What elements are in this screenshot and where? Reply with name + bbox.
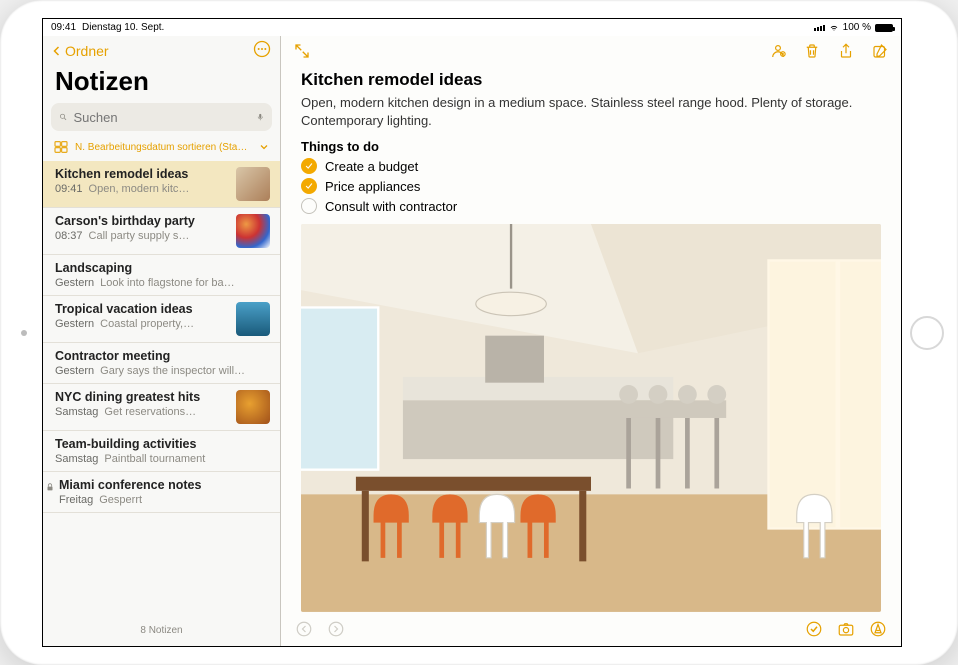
- todo-item[interactable]: Consult with contractor: [301, 198, 881, 214]
- todo-checkbox[interactable]: [301, 178, 317, 194]
- note-item-title: Landscaping: [55, 261, 270, 275]
- note-item-subtitle: GesternLook into flagstone for ba…: [55, 277, 270, 289]
- note-list-item[interactable]: Carson's birthday party 08:37Call party s…: [43, 208, 280, 255]
- note-item-title: NYC dining greatest hits: [55, 390, 228, 404]
- search-icon: [59, 110, 68, 124]
- note-item-thumbnail: [236, 302, 270, 336]
- sidebar-title: Notizen: [43, 66, 280, 103]
- chevron-left-icon: [51, 45, 63, 57]
- home-button[interactable]: [910, 316, 944, 350]
- note-detail: Kitchen remodel ideas Open, modern kitch…: [281, 36, 901, 646]
- notes-list: Kitchen remodel ideas 09:41Open, modern k…: [43, 161, 280, 615]
- chevron-down-icon: [258, 141, 270, 153]
- note-attachment-image[interactable]: [301, 224, 881, 612]
- status-time: 09:41: [51, 22, 76, 33]
- more-circle-icon: [252, 39, 272, 59]
- share-icon[interactable]: [837, 42, 855, 60]
- back-label: Ordner: [65, 43, 109, 59]
- note-item-subtitle: SamstagGet reservations…: [55, 406, 228, 418]
- collaborate-icon[interactable]: [769, 42, 787, 60]
- note-item-subtitle: FreitagGesperrt: [59, 494, 270, 506]
- more-button[interactable]: [252, 39, 272, 64]
- note-item-subtitle: GesternGary says the inspector will…: [55, 365, 270, 377]
- todo-label: Price appliances: [325, 179, 420, 194]
- todo-label: Consult with contractor: [325, 199, 457, 214]
- note-list-item[interactable]: Miami conference notes FreitagGesperrt: [43, 472, 280, 513]
- note-item-title: Carson's birthday party: [55, 214, 228, 228]
- note-item-title: Contractor meeting: [55, 349, 270, 363]
- trash-icon[interactable]: [803, 42, 821, 60]
- markup-icon[interactable]: [869, 620, 887, 638]
- note-title[interactable]: Kitchen remodel ideas: [301, 70, 881, 90]
- note-list-item[interactable]: Contractor meeting GesternGary says the i…: [43, 343, 280, 384]
- note-item-subtitle: SamstagPaintball tournament: [55, 453, 270, 465]
- checklist-icon[interactable]: [805, 620, 823, 638]
- note-list-item[interactable]: Team-building activities SamstagPaintball…: [43, 431, 280, 472]
- note-item-title: Team-building activities: [55, 437, 270, 451]
- status-date: Dienstag 10. Sept.: [82, 22, 164, 33]
- note-item-title: Tropical vacation ideas: [55, 302, 228, 316]
- wifi-icon: [829, 24, 839, 32]
- notes-count: 8 Notizen: [43, 615, 280, 646]
- note-item-thumbnail: [236, 167, 270, 201]
- expand-icon[interactable]: [293, 42, 311, 60]
- search-field[interactable]: [51, 103, 272, 131]
- todo-item[interactable]: Price appliances: [301, 178, 881, 194]
- lock-icon: [45, 482, 55, 492]
- todo-checkbox[interactable]: [301, 158, 317, 174]
- sort-label: N. Bearbeitungsdatum sortieren (Standard…: [75, 142, 252, 153]
- note-description[interactable]: Open, modern kitchen design in a medium …: [301, 94, 881, 129]
- note-item-title: Miami conference notes: [59, 478, 270, 492]
- note-subheading[interactable]: Things to do: [301, 139, 881, 154]
- note-item-subtitle: 08:37Call party supply s…: [55, 230, 228, 242]
- todo-label: Create a budget: [325, 159, 418, 174]
- todo-item[interactable]: Create a budget: [301, 158, 881, 174]
- camera-icon[interactable]: [837, 620, 855, 638]
- sort-button[interactable]: N. Bearbeitungsdatum sortieren (Standard…: [43, 137, 280, 161]
- compose-icon[interactable]: [871, 42, 889, 60]
- note-item-subtitle: GesternCoastal property,…: [55, 318, 228, 330]
- dictation-icon[interactable]: [256, 110, 265, 124]
- gallery-icon: [53, 139, 69, 155]
- search-input[interactable]: [74, 110, 250, 125]
- note-list-item[interactable]: Landscaping GesternLook into flagstone fo…: [43, 255, 280, 296]
- redo-icon[interactable]: [327, 620, 345, 638]
- note-list-item[interactable]: Kitchen remodel ideas 09:41Open, modern k…: [43, 161, 280, 208]
- note-item-title: Kitchen remodel ideas: [55, 167, 228, 181]
- note-list-item[interactable]: Tropical vacation ideas GesternCoastal pr…: [43, 296, 280, 343]
- todo-checkbox[interactable]: [301, 198, 317, 214]
- sidebar: Ordner Notizen N. Bearbeitungsdatum sort…: [43, 36, 281, 646]
- battery-icon: [875, 24, 893, 32]
- note-item-thumbnail: [236, 214, 270, 248]
- back-button[interactable]: Ordner: [51, 43, 109, 59]
- battery-percent: 100 %: [843, 22, 871, 33]
- note-item-thumbnail: [236, 390, 270, 424]
- status-bar: 09:41 Dienstag 10. Sept. 100 %: [43, 19, 901, 36]
- undo-icon[interactable]: [295, 620, 313, 638]
- note-item-subtitle: 09:41Open, modern kitc…: [55, 183, 228, 195]
- cellular-icon: [814, 25, 825, 31]
- note-list-item[interactable]: NYC dining greatest hits SamstagGet reser…: [43, 384, 280, 431]
